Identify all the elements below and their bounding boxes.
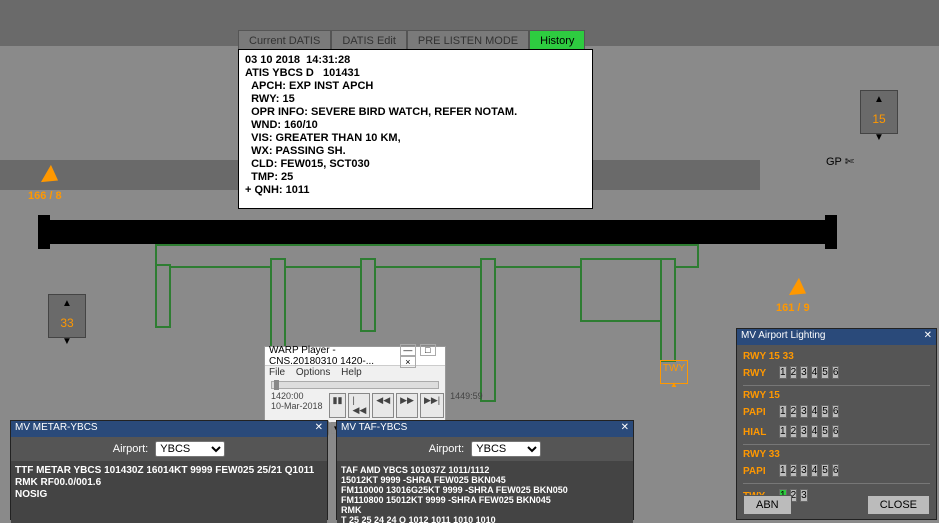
level-1-button[interactable]: 1 <box>779 464 787 477</box>
marker-i: I <box>828 222 832 238</box>
aircraft-label-2: 161 / 9 <box>776 302 810 314</box>
level-3-button[interactable]: 3 <box>800 425 808 438</box>
level-3-button[interactable]: 3 <box>800 405 808 418</box>
aircraft-icon <box>789 278 811 302</box>
level-2-button[interactable]: 2 <box>790 366 798 379</box>
chevron-down-icon[interactable]: ▼ <box>861 129 897 147</box>
level-4-button[interactable]: 4 <box>811 366 819 379</box>
aircraft-label-1: 166 / 8 <box>28 190 62 202</box>
maximize-icon[interactable]: □ <box>420 344 436 356</box>
pause-icon[interactable]: ▮▮ <box>329 393 347 418</box>
level-3-button[interactable]: 3 <box>800 366 808 379</box>
level-5-button[interactable]: 5 <box>821 464 829 477</box>
close-icon[interactable]: ✕ <box>924 330 932 344</box>
close-icon[interactable]: × <box>400 356 416 368</box>
airport-select[interactable]: YBCS <box>155 441 225 457</box>
level-2-button[interactable]: 2 <box>790 464 798 477</box>
twy-box[interactable]: TWY ▲ <box>660 360 688 384</box>
rwy-value-15[interactable]: ▲ 15 ▼ <box>860 90 898 134</box>
level-4-button[interactable]: 4 <box>811 425 819 438</box>
level-1-button[interactable]: 1 <box>779 405 787 418</box>
airport-select[interactable]: YBCS <box>471 441 541 457</box>
level-2-button[interactable]: 2 <box>790 405 798 418</box>
airport-lighting-panel: MV Airport Lighting✕ RWY 15 33 RWY123456… <box>736 328 937 520</box>
rwy-value-33[interactable]: ▲ 33 ▼ <box>48 294 86 338</box>
taf-text: TAF AMD YBCS 101037Z 1011/1112 15012KT 9… <box>337 461 633 523</box>
level-1-button[interactable]: 1 <box>779 425 787 438</box>
level-2-button[interactable]: 2 <box>790 425 798 438</box>
abn-button[interactable]: ABN <box>743 495 792 515</box>
warp-title: WARP Player - CNS.20180310 1420-... <box>269 345 399 367</box>
forward-end-icon[interactable]: ▶▶| <box>420 393 444 418</box>
chevron-up-icon[interactable]: ▲ <box>861 91 897 109</box>
rewind-icon[interactable]: ◀◀ <box>372 393 394 418</box>
level-6-button[interactable]: 6 <box>832 405 840 418</box>
menu-options[interactable]: Options <box>296 367 330 378</box>
close-icon[interactable]: ✕ <box>621 422 629 436</box>
level-5-button[interactable]: 5 <box>821 405 829 418</box>
level-6-button[interactable]: 6 <box>832 464 840 477</box>
level-3-button[interactable]: 3 <box>800 464 808 477</box>
taf-panel: MV TAF-YBCS✕ Airport: YBCS TAF AMD YBCS … <box>336 420 634 520</box>
metar-text: TTF METAR YBCS 101430Z 16014KT 9999 FEW0… <box>11 461 327 523</box>
chevron-down-icon[interactable]: ▼ <box>49 333 85 351</box>
menu-help[interactable]: Help <box>341 367 362 378</box>
atis-text: 03 10 2018 14:31:28ATIS YBCS D 101431 AP… <box>238 49 593 209</box>
minimize-icon[interactable]: — <box>400 344 416 356</box>
level-6-button[interactable]: 6 <box>832 366 840 379</box>
level-5-button[interactable]: 5 <box>821 366 829 379</box>
close-button[interactable]: CLOSE <box>867 495 930 515</box>
chevron-up-icon[interactable]: ▲ <box>49 295 85 313</box>
forward-icon[interactable]: ▶▶ <box>396 393 418 418</box>
playback-slider[interactable] <box>271 381 439 389</box>
level-6-button[interactable]: 6 <box>832 425 840 438</box>
gp-label: GP ✄ <box>826 155 854 168</box>
menu-file[interactable]: File <box>269 367 285 378</box>
level-4-button[interactable]: 4 <box>811 405 819 418</box>
warp-player: WARP Player - CNS.20180310 1420-... — □ … <box>264 346 446 423</box>
rewind-start-icon[interactable]: |◀◀ <box>348 393 370 418</box>
level-1-button[interactable]: 1 <box>779 366 787 379</box>
metar-panel: MV METAR-YBCS✕ Airport: YBCS TTF METAR Y… <box>10 420 328 520</box>
level-5-button[interactable]: 5 <box>821 425 829 438</box>
runway <box>40 220 835 244</box>
close-icon[interactable]: ✕ <box>315 422 323 436</box>
level-4-button[interactable]: 4 <box>811 464 819 477</box>
